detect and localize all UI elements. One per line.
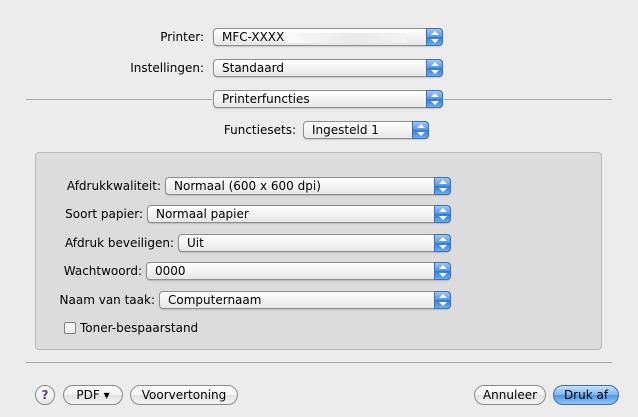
job-name-value: Computernaam: [168, 293, 262, 307]
toner-save-checkbox[interactable]: [64, 322, 76, 334]
popup-arrows-icon: [426, 59, 443, 77]
feature-sets-popup[interactable]: Ingesteld 1: [303, 121, 429, 139]
password-label: Wachtwoord:: [63, 264, 142, 278]
popup-arrows-icon: [434, 234, 451, 252]
print-button[interactable]: Druk af: [553, 385, 619, 405]
presets-popup[interactable]: Standaard: [213, 59, 443, 77]
printer-value: MFC-XXXX: [222, 30, 285, 44]
cancel-button[interactable]: Annuleer: [474, 385, 546, 405]
paper-type-label: Soort papier:: [65, 207, 143, 221]
popup-arrows-icon: [434, 177, 451, 195]
toner-save-label: Toner-bespaarstand: [80, 321, 199, 335]
bottom-separator: [26, 362, 612, 363]
popup-arrows-icon: [426, 28, 443, 46]
panel-popup[interactable]: Printerfuncties: [213, 90, 443, 108]
secure-print-popup[interactable]: Uit: [178, 234, 451, 252]
print-quality-popup[interactable]: Normaal (600 x 600 dpi): [165, 177, 451, 195]
popup-arrows-icon: [434, 262, 451, 280]
paper-type-popup[interactable]: Normaal papier: [147, 205, 451, 223]
feature-sets-label: Functiesets:: [223, 123, 296, 137]
help-button[interactable]: ?: [35, 385, 55, 405]
print-quality-label: Afdrukkwaliteit:: [66, 179, 161, 193]
popup-arrows-icon: [426, 90, 443, 108]
printer-label: Printer:: [160, 30, 204, 44]
popup-arrows-icon: [434, 291, 451, 309]
job-name-popup[interactable]: Computernaam: [159, 291, 451, 309]
password-popup[interactable]: 0000: [146, 262, 451, 280]
presets-value: Standaard: [222, 61, 284, 75]
password-value: 0000: [155, 264, 186, 278]
secure-print-label: Afdruk beveiligen:: [64, 236, 174, 250]
separator-left: [26, 99, 212, 100]
job-name-label: Naam van taak:: [59, 293, 155, 307]
print-quality-value: Normaal (600 x 600 dpi): [174, 179, 321, 193]
separator-right: [444, 99, 612, 100]
feature-sets-value: Ingesteld 1: [312, 123, 379, 137]
presets-label: Instellingen:: [130, 61, 204, 75]
popup-arrows-icon: [434, 205, 451, 223]
paper-type-value: Normaal papier: [156, 207, 249, 221]
popup-arrows-icon: [412, 121, 429, 139]
panel-value: Printerfuncties: [222, 92, 310, 106]
preview-button[interactable]: Voorvertoning: [130, 385, 238, 405]
printer-name-redaction: [286, 32, 407, 43]
pdf-button[interactable]: PDF ▾: [63, 385, 123, 405]
secure-print-value: Uit: [187, 236, 204, 250]
printer-popup[interactable]: MFC-XXXX: [213, 28, 443, 46]
